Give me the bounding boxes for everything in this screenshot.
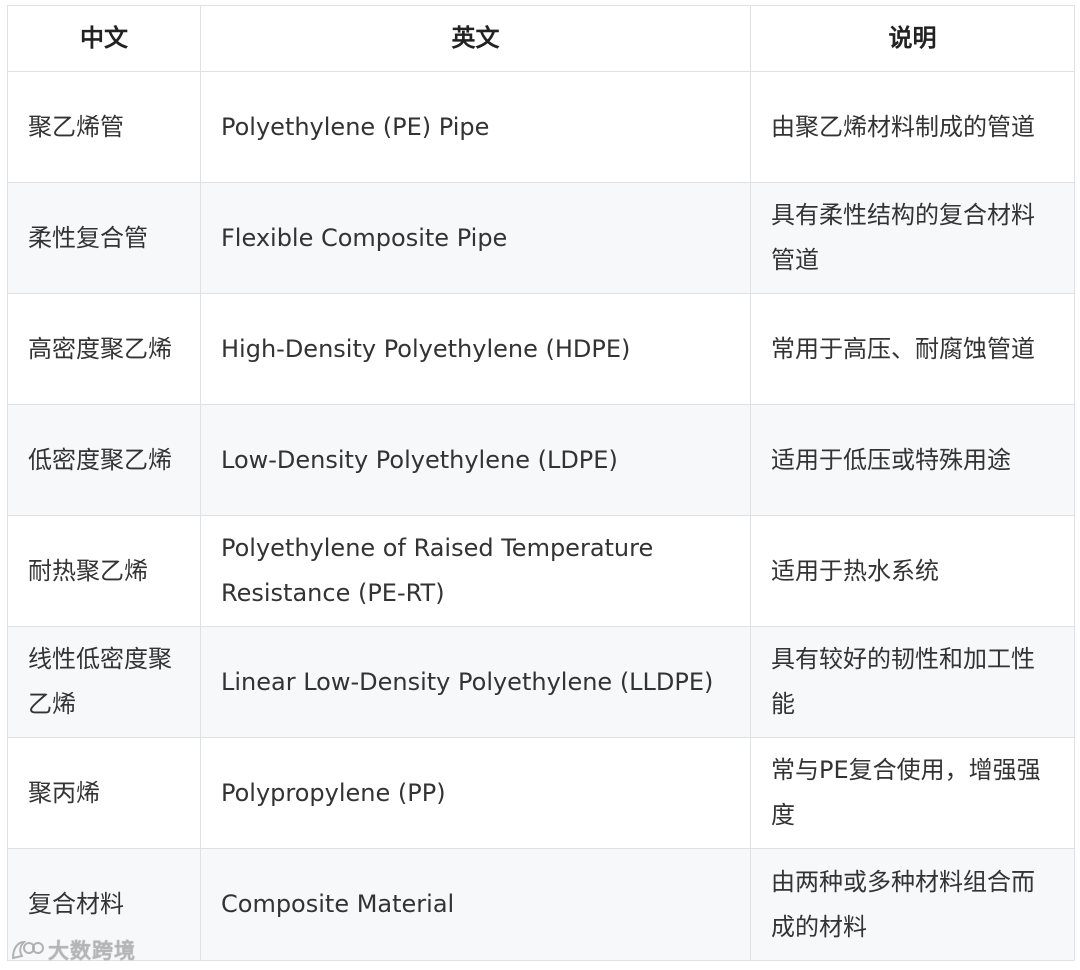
cell-english: High-Density Polyethylene (HDPE) xyxy=(200,293,751,405)
cell-description: 具有柔性结构的复合材料管道 xyxy=(750,182,1075,294)
cell-chinese: 线性低密度聚乙烯 xyxy=(7,626,201,738)
cell-description: 适用于低压或特殊用途 xyxy=(750,404,1075,516)
cell-english: Composite Material xyxy=(200,848,751,961)
cell-description: 由两种或多种材料组合而成的材料 xyxy=(750,848,1075,961)
cell-chinese: 聚乙烯管 xyxy=(7,71,201,183)
cell-english: Polypropylene (PP) xyxy=(200,737,751,849)
table-row: 高密度聚乙烯 High-Density Polyethylene (HDPE) … xyxy=(7,293,1075,405)
cell-english: Polyethylene (PE) Pipe xyxy=(200,71,751,183)
cell-chinese: 聚丙烯 xyxy=(7,737,201,849)
cell-description: 具有较好的韧性和加工性能 xyxy=(750,626,1075,738)
cell-english: Polyethylene of Raised Temperature Resis… xyxy=(200,515,751,627)
watermark: 大数跨境 xyxy=(10,936,136,964)
table-row: 柔性复合管 Flexible Composite Pipe 具有柔性结构的复合材… xyxy=(7,182,1075,294)
header-description: 说明 xyxy=(750,5,1075,72)
table-row: 聚乙烯管 Polyethylene (PE) Pipe 由聚乙烯材料制成的管道 xyxy=(7,71,1075,183)
terms-table-container: 中文 英文 说明 聚乙烯管 Polyethylene (PE) Pipe 由聚乙… xyxy=(7,5,1075,961)
cell-description: 常与PE复合使用，增强强度 xyxy=(750,737,1075,849)
header-english: 英文 xyxy=(200,5,751,72)
cell-description: 适用于热水系统 xyxy=(750,515,1075,627)
terms-table: 中文 英文 说明 聚乙烯管 Polyethylene (PE) Pipe 由聚乙… xyxy=(7,5,1075,961)
table-row: 聚丙烯 Polypropylene (PP) 常与PE复合使用，增强强度 xyxy=(7,737,1075,849)
cell-description: 常用于高压、耐腐蚀管道 xyxy=(750,293,1075,405)
watermark-text: 大数跨境 xyxy=(48,939,136,963)
cell-chinese: 耐热聚乙烯 xyxy=(7,515,201,627)
table-row: 复合材料 Composite Material 由两种或多种材料组合而成的材料 xyxy=(7,848,1075,961)
cell-english: Flexible Composite Pipe xyxy=(200,182,751,294)
table-row: 耐热聚乙烯 Polyethylene of Raised Temperature… xyxy=(7,515,1075,627)
cell-english: Linear Low-Density Polyethylene (LLDPE) xyxy=(200,626,751,738)
cell-chinese: 高密度聚乙烯 xyxy=(7,293,201,405)
cell-chinese: 柔性复合管 xyxy=(7,182,201,294)
cell-english: Low-Density Polyethylene (LDPE) xyxy=(200,404,751,516)
header-chinese: 中文 xyxy=(7,5,201,72)
cell-chinese: 低密度聚乙烯 xyxy=(7,404,201,516)
cell-description: 由聚乙烯材料制成的管道 xyxy=(750,71,1075,183)
table-header-row: 中文 英文 说明 xyxy=(7,5,1075,72)
table-row: 线性低密度聚乙烯 Linear Low-Density Polyethylene… xyxy=(7,626,1075,738)
brand-logo-icon xyxy=(10,938,44,962)
table-row: 低密度聚乙烯 Low-Density Polyethylene (LDPE) 适… xyxy=(7,404,1075,516)
